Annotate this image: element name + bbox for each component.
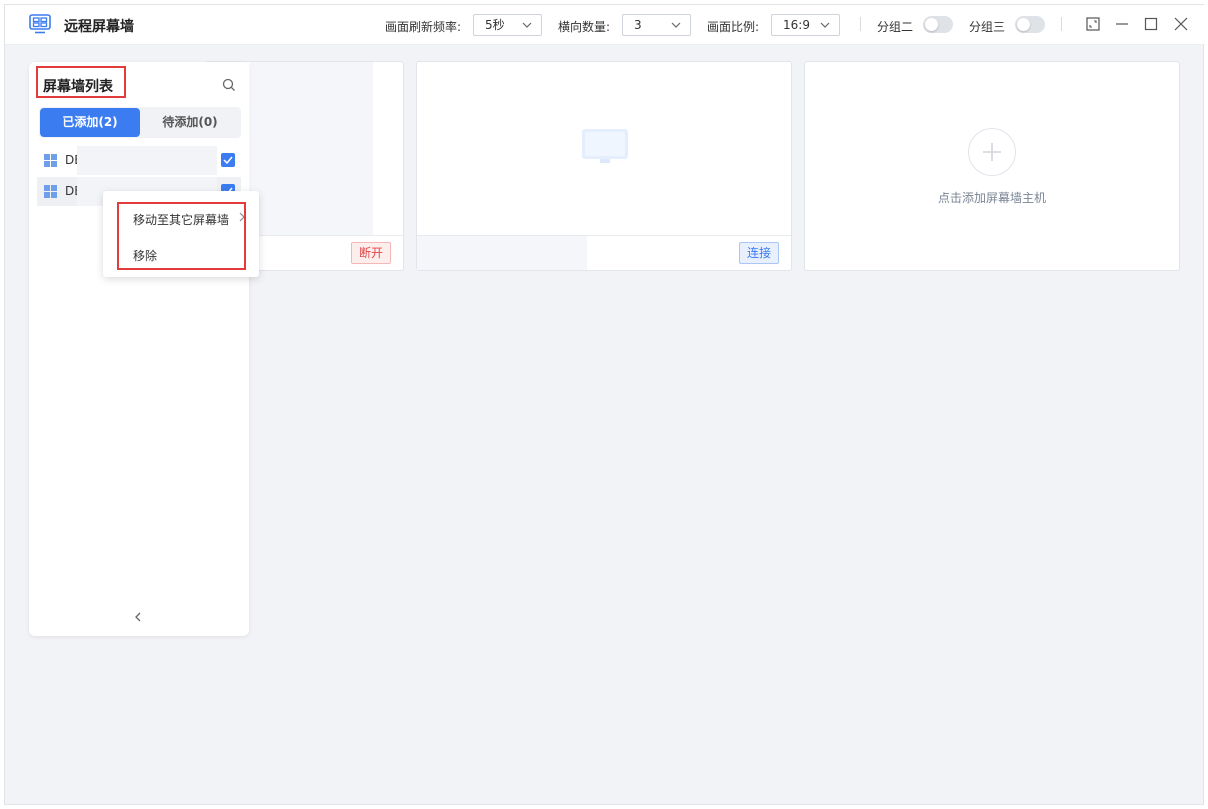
title-bar: 远程屏幕墙 画面刷新频率: 5秒 横向数量: 3 画面比例: 16:9 分组二 … xyxy=(5,5,1205,45)
refresh-rate-value: 5秒 xyxy=(485,18,505,32)
plus-icon xyxy=(983,143,1001,161)
columns-value: 3 xyxy=(634,18,642,32)
screen-card-2[interactable]: 连接 xyxy=(416,61,792,271)
app-window: 远程屏幕墙 画面刷新频率: 5秒 横向数量: 3 画面比例: 16:9 分组二 … xyxy=(4,4,1205,805)
chevron-down-icon xyxy=(671,22,681,28)
close-icon[interactable] xyxy=(1173,16,1189,32)
tab-added[interactable]: 已添加(2) xyxy=(40,108,140,137)
columns-select[interactable]: 3 xyxy=(622,14,691,36)
sidebar-host-item[interactable]: DE xyxy=(37,146,241,175)
group2-label: 分组二 xyxy=(877,20,914,34)
screen-wall-sidebar: 屏幕墙列表 已添加(2) 待添加(0) DE DE xyxy=(29,62,249,636)
fullscreen-icon[interactable] xyxy=(1085,16,1101,32)
host-name-area xyxy=(417,236,587,270)
columns-label: 横向数量: xyxy=(558,20,611,34)
disconnect-button[interactable]: 断开 xyxy=(351,242,391,264)
aspect-ratio-select[interactable]: 16:9 xyxy=(771,14,840,36)
chevron-left-icon[interactable] xyxy=(131,610,145,624)
group3-toggle[interactable] xyxy=(1015,16,1045,33)
sidebar-tabs: 已添加(2) 待添加(0) xyxy=(39,107,241,138)
screen-wall-app-icon xyxy=(29,14,51,34)
windows-icon xyxy=(44,185,57,198)
add-circle[interactable] xyxy=(968,128,1016,176)
chevron-down-icon xyxy=(820,22,830,28)
windows-icon xyxy=(44,154,57,167)
aspect-ratio-value: 16:9 xyxy=(783,18,810,32)
host-name-mask xyxy=(77,146,217,175)
refresh-rate-select[interactable]: 5秒 xyxy=(473,14,542,36)
screen-preview xyxy=(250,62,373,236)
toggle-knob xyxy=(925,18,938,31)
app-title: 远程屏幕墙 xyxy=(64,19,134,35)
checkbox-checked[interactable] xyxy=(221,153,235,167)
chevron-down-icon xyxy=(522,22,532,28)
group3-label: 分组三 xyxy=(969,20,1006,34)
add-host-card[interactable]: 点击添加屏幕墙主机 xyxy=(804,61,1180,271)
maximize-icon[interactable] xyxy=(1143,16,1159,32)
search-icon[interactable] xyxy=(221,77,237,93)
highlight-box xyxy=(117,202,246,270)
add-host-label[interactable]: 点击添加屏幕墙主机 xyxy=(805,189,1179,206)
monitor-icon xyxy=(582,129,628,163)
connect-button[interactable]: 连接 xyxy=(739,242,779,264)
tab-pending[interactable]: 待添加(0) xyxy=(140,108,240,137)
minimize-icon[interactable] xyxy=(1114,16,1130,32)
highlight-box xyxy=(36,66,126,98)
card-footer: 连接 xyxy=(417,235,791,270)
toggle-knob xyxy=(1017,18,1030,31)
toolbar-divider xyxy=(860,17,861,31)
toolbar-divider xyxy=(1061,17,1062,31)
group2-toggle[interactable] xyxy=(923,16,953,33)
aspect-ratio-label: 画面比例: xyxy=(707,20,760,34)
refresh-rate-label: 画面刷新频率: xyxy=(385,20,462,34)
